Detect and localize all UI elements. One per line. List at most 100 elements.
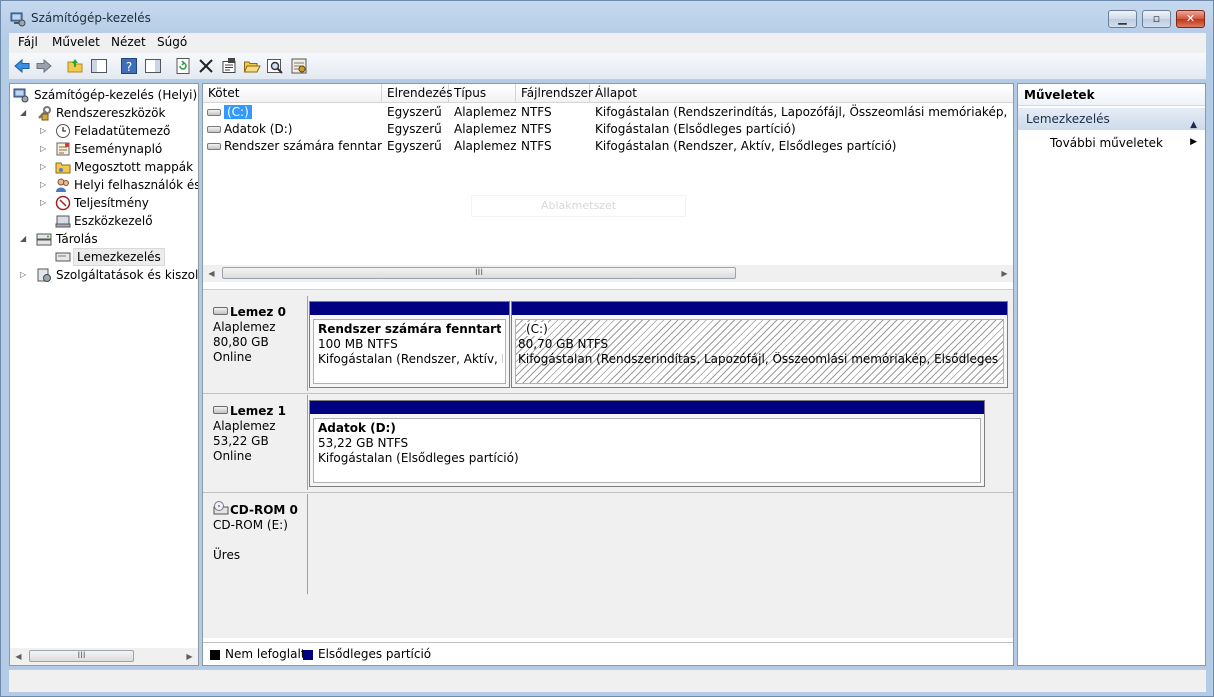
scroll-right-icon[interactable]: ▶ xyxy=(996,265,1013,282)
menu-file[interactable]: Fájl xyxy=(18,35,38,49)
scroll-left-icon[interactable]: ◀ xyxy=(10,648,27,665)
tree-item-system-tools[interactable]: ◢ Rendszereszközök xyxy=(13,104,198,122)
volume-name: Adatok (D:) xyxy=(224,122,293,136)
partition-c-drive[interactable]: (C:) 80,70 GB NTFS Kifogástalan (Rendsze… xyxy=(511,301,1008,388)
tools-icon xyxy=(38,106,51,121)
more-actions-item[interactable]: További műveletek xyxy=(1050,134,1163,152)
collapse-arrow-icon[interactable]: ◢ xyxy=(20,104,26,122)
minimize-button[interactable]: ▁ xyxy=(1108,10,1137,28)
disk-info-0[interactable]: Lemez 0 Alaplemez 80,80 GB Online xyxy=(203,296,308,391)
disk-info-cdrom[interactable]: CD-ROM 0 CD-ROM (E:) Üres xyxy=(203,494,308,594)
volume-row[interactable]: (C:) Egyszerű Alaplemez NTFS Kifogástala… xyxy=(203,104,1013,121)
cdrom-icon xyxy=(213,501,229,515)
open-icon[interactable] xyxy=(243,57,261,75)
maximize-button[interactable]: ▫ xyxy=(1142,10,1171,28)
volume-name: (C:) xyxy=(224,105,252,119)
partition-system-reserved[interactable]: Rendszer számára fenntartott 100 MB NTFS… xyxy=(309,301,510,388)
tree-item-local-users-groups[interactable]: ▷ Helyi felhasználók és cs xyxy=(13,176,198,194)
expand-arrow-icon[interactable]: ▷ xyxy=(40,158,46,176)
column-header-filesystem[interactable]: Fájlrendszer xyxy=(516,84,593,102)
expand-arrow-icon[interactable]: ▷ xyxy=(40,140,46,158)
volume-type: Alaplemez xyxy=(454,139,517,153)
volume-status: Kifogástalan (Elsődleges partíció) xyxy=(595,122,796,136)
partition-size: 53,22 GB NTFS xyxy=(318,436,409,450)
expand-arrow-icon[interactable]: ▷ xyxy=(40,176,46,194)
column-header-volume[interactable]: Kötet xyxy=(203,84,382,102)
disk-icon xyxy=(213,307,228,315)
tree-item-computer-management[interactable]: Számítógép-kezelés (Helyi) xyxy=(13,86,198,104)
legend-label: Elsődleges partíció xyxy=(318,647,432,661)
show-hide-action-pane-icon[interactable] xyxy=(144,57,162,75)
storage-icon xyxy=(36,233,52,246)
disk-state: Üres xyxy=(213,548,241,562)
disk-state: Online xyxy=(213,350,252,364)
help-icon[interactable]: ? xyxy=(120,57,138,75)
delete-icon[interactable] xyxy=(197,57,215,75)
pane-splitter[interactable] xyxy=(203,289,1013,296)
tree-item-device-manager[interactable]: Eszközkezelő xyxy=(13,212,198,230)
disk-info-1[interactable]: Lemez 1 Alaplemez 53,22 GB Online xyxy=(203,395,308,490)
volume-list-header: Kötet Elrendezés Típus Fájlrendszer Álla… xyxy=(203,84,1013,103)
properties-icon[interactable] xyxy=(220,57,238,75)
scroll-left-icon[interactable]: ◀ xyxy=(203,265,220,282)
disk-state: Online xyxy=(213,449,252,463)
partition-size: 100 MB NTFS xyxy=(318,337,398,351)
volume-row[interactable]: Adatok (D:) Egyszerű Alaplemez NTFS Kifo… xyxy=(203,121,1013,138)
toolbar: ? xyxy=(9,53,1206,80)
column-header-status[interactable]: Állapot xyxy=(590,84,1013,102)
tree-label: Számítógép-kezelés (Helyi) xyxy=(34,88,198,102)
event-log-icon xyxy=(56,142,70,156)
volume-layout: Egyszerű xyxy=(387,122,442,136)
tree-label: Helyi felhasználók és cs xyxy=(74,178,198,192)
actions-title: Műveletek xyxy=(1018,84,1205,106)
menu-action[interactable]: Művelet xyxy=(52,35,100,49)
device-manager-icon xyxy=(55,215,71,228)
actions-section-label: Lemezkezelés xyxy=(1026,112,1110,126)
actions-section-disk-management[interactable]: Lemezkezelés ▲ xyxy=(1018,108,1205,130)
up-folder-icon[interactable] xyxy=(66,57,84,75)
console-tree: Számítógép-kezelés (Helyi) ◢ Rendszeresz… xyxy=(9,83,199,666)
menu-view[interactable]: Nézet xyxy=(111,35,146,49)
expand-arrow-icon[interactable]: ▷ xyxy=(40,194,46,212)
collapse-arrow-icon[interactable]: ▲ xyxy=(1190,114,1197,136)
menu-bar: Fájl Művelet Nézet Súgó xyxy=(9,33,1206,53)
scroll-right-icon[interactable]: ▶ xyxy=(181,648,198,665)
column-header-layout[interactable]: Elrendezés xyxy=(382,84,453,102)
scroll-thumb[interactable]: III xyxy=(222,267,736,279)
tree-item-shared-folders[interactable]: ▷ Megosztott mappák xyxy=(13,158,198,176)
expand-arrow-icon[interactable]: ▷ xyxy=(20,266,26,284)
tree-item-storage[interactable]: ◢ Tárolás xyxy=(13,230,198,248)
tree-item-disk-management[interactable]: Lemezkezelés xyxy=(13,248,198,266)
tree-horizontal-scrollbar[interactable]: ◀ III ▶ xyxy=(10,648,198,665)
settings-icon[interactable] xyxy=(290,57,308,75)
forward-icon[interactable] xyxy=(35,57,53,75)
close-button[interactable]: ✕ xyxy=(1176,10,1205,28)
volume-name: Rendszer számára fenntartott xyxy=(224,139,382,153)
partition-d-drive[interactable]: Adatok (D:) 53,22 GB NTFS Kifogástalan (… xyxy=(309,400,985,487)
tree-item-performance[interactable]: ▷ Teljesítmény xyxy=(13,194,198,212)
tree-item-event-viewer[interactable]: ▷ Eseménynapló xyxy=(13,140,198,158)
expand-arrow-icon[interactable]: ▷ xyxy=(40,122,46,140)
volume-row[interactable]: Rendszer számára fenntartott Egyszerű Al… xyxy=(203,138,1013,155)
column-header-type[interactable]: Típus xyxy=(449,84,516,102)
split-view-watermark: Ablakmetszet xyxy=(471,195,686,217)
volume-horizontal-scrollbar[interactable]: ◀ III ▶ xyxy=(203,265,1013,282)
drive-icon xyxy=(207,143,221,150)
disk-icon xyxy=(213,406,228,414)
tree-label: Szolgáltatások és kiszolgáló xyxy=(56,268,199,282)
search-icon[interactable] xyxy=(266,57,284,75)
window-title: Számítógép-kezelés xyxy=(31,11,151,25)
partition-title: Rendszer számára fenntartott xyxy=(318,322,501,336)
scroll-thumb[interactable]: III xyxy=(29,650,134,662)
collapse-arrow-icon[interactable]: ◢ xyxy=(20,230,26,248)
svg-text:?: ? xyxy=(126,60,132,74)
refresh-icon[interactable] xyxy=(174,57,192,75)
tree-label: Eszközkezelő xyxy=(74,214,153,228)
tree-item-task-scheduler[interactable]: ▷ Feladatütemező xyxy=(13,122,198,140)
back-icon[interactable] xyxy=(13,57,31,75)
partition-body: Adatok (D:) 53,22 GB NTFS Kifogástalan (… xyxy=(313,418,981,483)
tree-item-services-applications[interactable]: ▷ Szolgáltatások és kiszolgáló xyxy=(13,266,198,284)
title-bar[interactable]: Számítógép-kezelés ▁ ▫ ✕ xyxy=(1,1,1213,33)
show-hide-tree-icon[interactable] xyxy=(90,57,108,75)
menu-help[interactable]: Súgó xyxy=(157,35,187,49)
